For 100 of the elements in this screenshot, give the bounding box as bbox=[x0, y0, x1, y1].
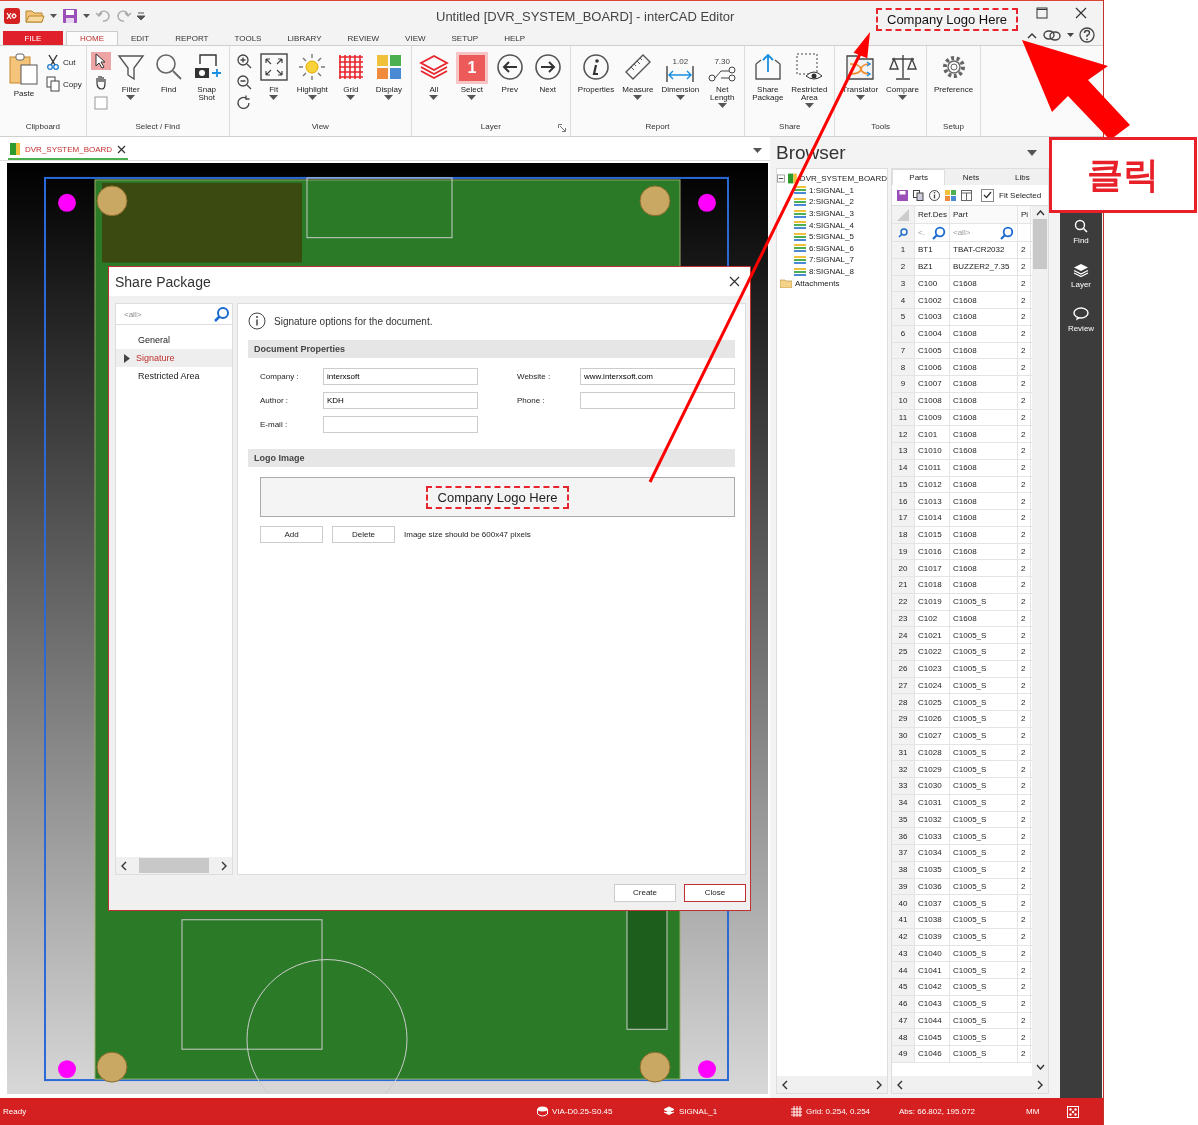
ribbon-tab[interactable]: FILE bbox=[3, 31, 63, 45]
dice-icon[interactable] bbox=[1067, 1105, 1079, 1118]
input-field[interactable]: www.interxsoft.com bbox=[580, 368, 735, 386]
scroll-left-icon[interactable] bbox=[896, 1079, 903, 1090]
ribbon-button[interactable]: 1.02 Dimension bbox=[658, 50, 703, 102]
copy-icon[interactable] bbox=[913, 189, 924, 201]
ribbon-tab[interactable]: VIEW bbox=[392, 31, 439, 45]
caret-icon[interactable] bbox=[1067, 32, 1074, 38]
dropdown-icon[interactable] bbox=[1027, 149, 1037, 156]
scroll-right-icon[interactable] bbox=[876, 1079, 883, 1090]
search-icon[interactable] bbox=[1000, 225, 1014, 240]
close-icon[interactable] bbox=[1075, 7, 1087, 19]
ribbon-button[interactable]: Prev bbox=[491, 50, 528, 96]
document-tab[interactable]: DVR_SYSTEM_BOARD bbox=[8, 140, 129, 160]
help-icon[interactable] bbox=[1079, 27, 1095, 43]
column-header[interactable]: Pi bbox=[1018, 206, 1031, 223]
scroll-thumb[interactable] bbox=[1033, 219, 1047, 269]
dialog-button[interactable]: Delete bbox=[332, 526, 395, 544]
ribbon-button[interactable]: Next bbox=[529, 50, 566, 96]
tree-item[interactable]: 4:SIGNAL_4 bbox=[777, 219, 887, 231]
panel-tab[interactable]: Nets bbox=[945, 169, 997, 185]
scroll-thumb[interactable] bbox=[139, 858, 209, 874]
ribbon-tab[interactable]: EDIT bbox=[118, 31, 163, 45]
tree-item[interactable]: 5:SIGNAL_5 bbox=[777, 230, 887, 243]
column-header[interactable]: Part bbox=[950, 206, 1018, 223]
collapse-icon[interactable] bbox=[777, 174, 785, 184]
tree-item[interactable]: 3:SIGNAL_3 bbox=[777, 207, 887, 220]
ribbon-button[interactable]: Copy bbox=[46, 76, 82, 92]
save-icon[interactable] bbox=[897, 189, 908, 201]
ribbon-button[interactable]: Share Package bbox=[749, 50, 787, 104]
link-icon[interactable] bbox=[1042, 28, 1062, 42]
maximize-icon[interactable] bbox=[1036, 7, 1048, 19]
ribbon-tab[interactable]: REPORT bbox=[162, 31, 222, 45]
ribbon-button[interactable]: Fit bbox=[255, 50, 292, 102]
scroll-up-icon[interactable] bbox=[1035, 210, 1045, 216]
input-field[interactable] bbox=[580, 392, 735, 410]
scroll-left-icon[interactable] bbox=[781, 1079, 788, 1090]
nav-item[interactable]: Restricted Area bbox=[116, 367, 232, 386]
ribbon-button[interactable]: Snap Shot bbox=[188, 50, 225, 104]
tree-item[interactable]: 1:SIGNAL_1 bbox=[777, 184, 887, 197]
search-icon[interactable] bbox=[214, 306, 230, 323]
sidebar-button[interactable]: Layer bbox=[1060, 259, 1102, 303]
pointer-tool[interactable] bbox=[90, 52, 111, 70]
tree-item[interactable]: 6:SIGNAL_6 bbox=[777, 242, 887, 255]
ribbon-button[interactable]: Paste bbox=[4, 50, 44, 100]
scrollbar[interactable] bbox=[892, 1076, 1048, 1093]
tree-item[interactable]: Attachments bbox=[777, 277, 887, 289]
dialog-button[interactable]: Close bbox=[684, 883, 746, 902]
ribbon-button[interactable]: Filter bbox=[112, 50, 149, 102]
close-icon[interactable] bbox=[117, 144, 127, 154]
dialog-button[interactable]: Create bbox=[614, 883, 676, 902]
collapse-icon[interactable] bbox=[1027, 31, 1037, 39]
ribbon-tab[interactable]: TOOLS bbox=[221, 31, 275, 45]
fit-selected-checkbox[interactable] bbox=[981, 188, 994, 202]
columns-icon[interactable] bbox=[961, 189, 972, 201]
ribbon-button[interactable]: 1 Select bbox=[453, 50, 490, 102]
caret-icon[interactable] bbox=[83, 13, 90, 19]
tree-item[interactable]: 8:SIGNAL_8 bbox=[777, 265, 887, 278]
dropdown-icon[interactable] bbox=[753, 147, 762, 153]
scrollbar[interactable] bbox=[116, 857, 232, 875]
input-field[interactable]: KDH bbox=[323, 392, 478, 410]
scrollbar[interactable] bbox=[777, 1076, 887, 1093]
input-field[interactable] bbox=[323, 416, 478, 434]
customize-icon[interactable] bbox=[137, 11, 145, 21]
ribbon-button[interactable]: All bbox=[415, 50, 452, 102]
scroll-right-icon[interactable] bbox=[1037, 1079, 1044, 1090]
panel-tab[interactable]: Parts bbox=[892, 169, 946, 185]
tree-item[interactable]: 7:SIGNAL_7 bbox=[777, 254, 887, 266]
ribbon-button[interactable]: Measure bbox=[619, 50, 657, 102]
search-icon[interactable] bbox=[932, 225, 946, 240]
ribbon-button[interactable]: 7.30 Net Length bbox=[704, 50, 741, 110]
ribbon-button[interactable]: Highlight bbox=[293, 50, 331, 102]
info-icon[interactable] bbox=[929, 189, 940, 201]
ribbon-tab[interactable]: LIBRARY bbox=[274, 31, 335, 45]
caret-icon[interactable] bbox=[50, 13, 57, 19]
save-icon[interactable] bbox=[62, 8, 78, 24]
ribbon-button[interactable]: Grid bbox=[332, 50, 369, 102]
ribbon-button[interactable]: Display bbox=[370, 50, 407, 102]
launcher-icon[interactable] bbox=[557, 124, 566, 132]
ribbon-button[interactable]: Properties bbox=[574, 50, 618, 96]
ribbon-button[interactable]: Preference bbox=[931, 50, 977, 96]
input-field[interactable]: interxsoft bbox=[323, 368, 478, 386]
color-tiles-icon[interactable] bbox=[945, 189, 956, 201]
ribbon-button[interactable]: Find bbox=[150, 50, 187, 96]
tree-item[interactable]: DVR_SYSTEM_BOARD bbox=[777, 173, 887, 185]
app-logo-icon[interactable] bbox=[4, 8, 20, 24]
ribbon-button[interactable]: Compare bbox=[883, 50, 922, 102]
scroll-down-icon[interactable] bbox=[1035, 1064, 1045, 1070]
ribbon-tab[interactable]: HOME bbox=[66, 31, 118, 45]
nav-item[interactable]: General bbox=[116, 331, 232, 350]
scrollbar[interactable] bbox=[1032, 206, 1048, 1076]
dialog-button[interactable]: Add bbox=[260, 526, 323, 544]
sidebar-button[interactable]: Review bbox=[1060, 303, 1102, 347]
scroll-left-icon[interactable] bbox=[120, 860, 127, 871]
panel-tab[interactable]: Libs bbox=[996, 169, 1048, 185]
ribbon-tab[interactable]: HELP bbox=[491, 31, 539, 45]
ribbon-button[interactable]: Restricted Area bbox=[788, 50, 831, 110]
scroll-right-icon[interactable] bbox=[221, 860, 228, 871]
tree-item[interactable]: 2:SIGNAL_2 bbox=[777, 196, 887, 208]
close-icon[interactable] bbox=[729, 276, 740, 288]
